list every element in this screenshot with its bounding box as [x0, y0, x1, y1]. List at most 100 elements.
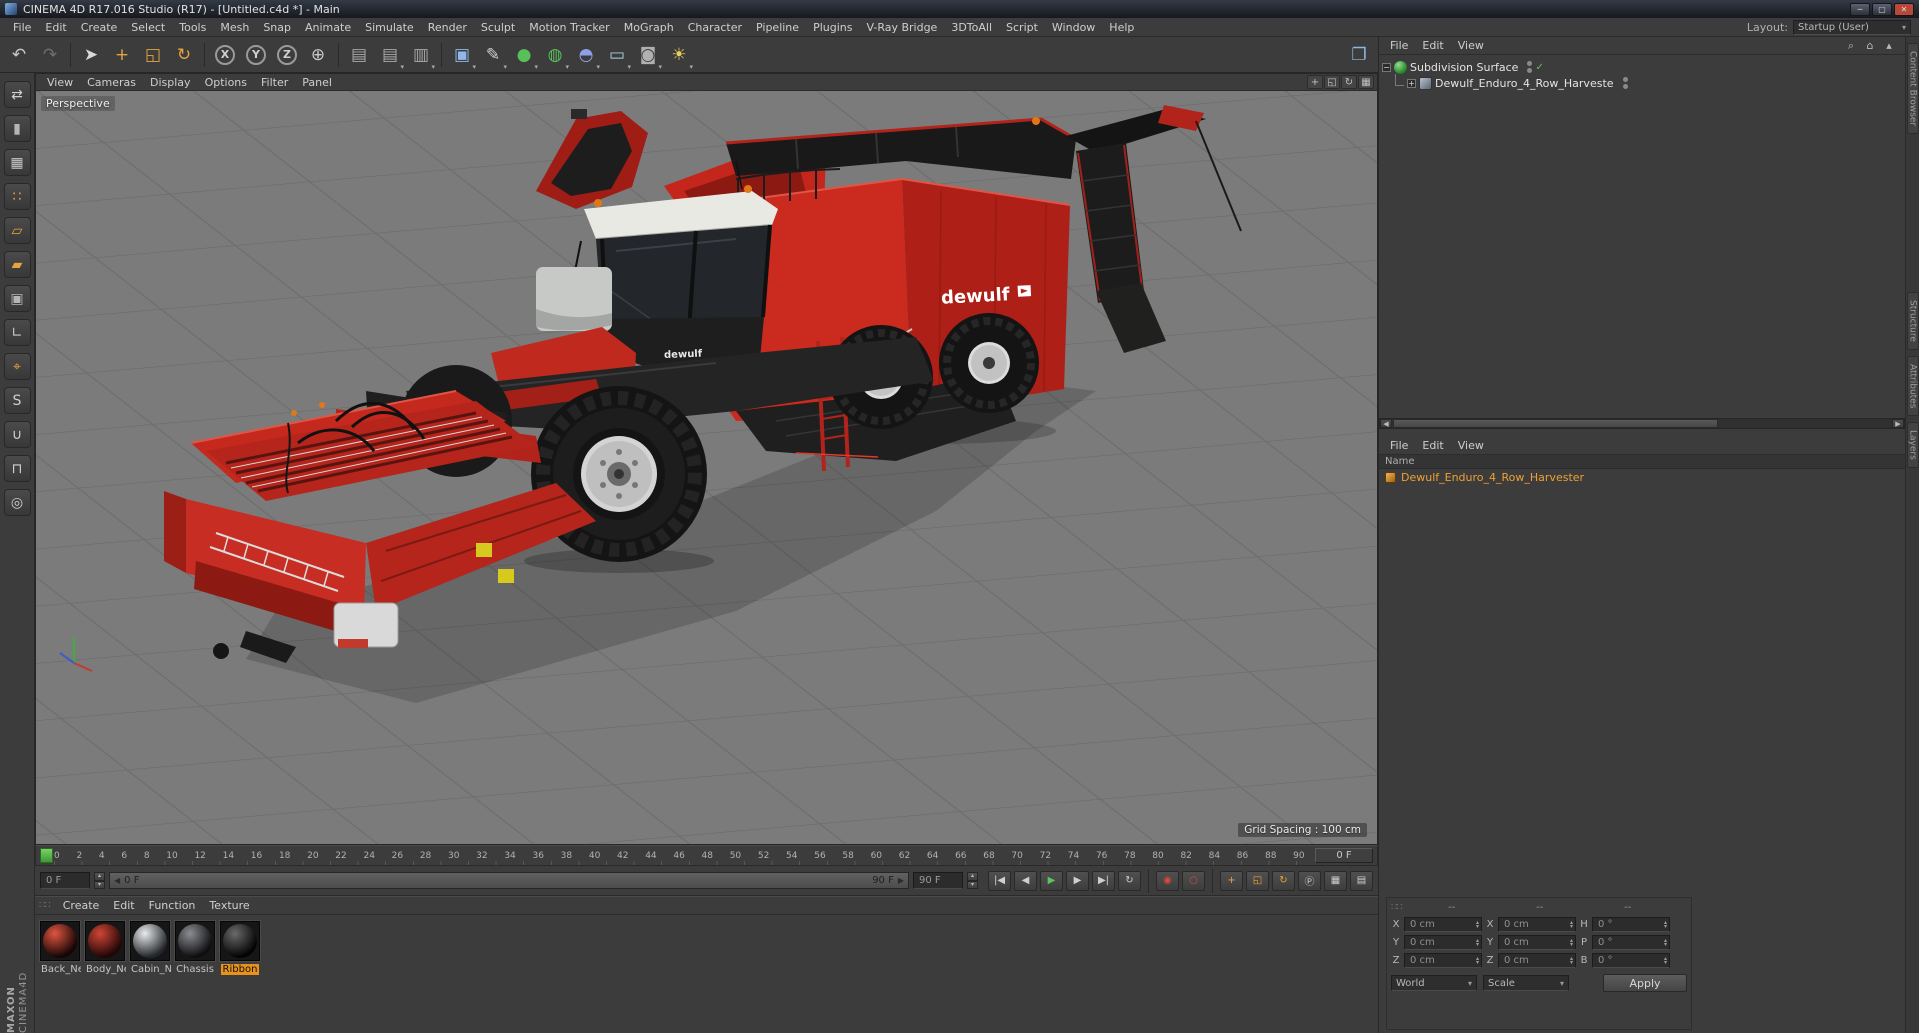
move-tool[interactable]: + ▾ [107, 40, 137, 70]
side-tab[interactable]: Attributes [1906, 356, 1919, 417]
scale-tool[interactable]: ◱ ▾ [138, 40, 168, 70]
end-frame-field[interactable]: 90 F [913, 872, 963, 889]
toggle-view-icon[interactable]: ▦ [1358, 75, 1374, 89]
lock-x-axis-button[interactable]: X ▾ [210, 40, 240, 70]
side-tab[interactable]: Content Browser [1906, 43, 1919, 135]
position-column-header[interactable]: -- [1408, 902, 1496, 913]
material-menu-item[interactable]: Create [56, 897, 107, 914]
slider-right-arrow[interactable]: ▶ [898, 876, 904, 885]
menubar-item[interactable]: Animate [298, 19, 358, 36]
menubar-item[interactable]: Create [74, 19, 125, 36]
menubar-item[interactable]: 3DToAll [944, 19, 999, 36]
render-view-button[interactable]: ▤ ▾ [344, 40, 374, 70]
panel-grip-icon[interactable]: ∷∷ [39, 900, 51, 911]
material-list-item[interactable]: Dewulf_Enduro_4_Row_Harvester [1379, 469, 1905, 485]
menubar-item[interactable]: Simulate [358, 19, 421, 36]
up-level-icon[interactable]: ▴ [1881, 39, 1897, 53]
view-label[interactable]: Perspective [41, 96, 115, 111]
material-item[interactable]: Body_Ne [84, 921, 126, 975]
timeline-layout-button[interactable]: ▤ [1350, 870, 1373, 891]
menubar-item[interactable]: Window [1045, 19, 1102, 36]
material-menu-item[interactable]: Edit [106, 897, 141, 914]
maximize-button[interactable]: ▢ [1872, 2, 1892, 16]
menubar-item[interactable]: Render [421, 19, 474, 36]
subdivision-surface-button[interactable]: ● ▾ [509, 40, 539, 71]
record-rotation-button[interactable]: ↻ [1272, 870, 1295, 891]
material-thumbnail[interactable] [40, 921, 80, 961]
add-cube-button[interactable]: ▣ ▾ [447, 40, 477, 71]
visibility-dots[interactable] [1622, 77, 1628, 89]
tree-item-subdivision-surface[interactable]: − Subdivision Surface ✓ [1382, 59, 1902, 75]
rotation-field[interactable]: 0 ° ▴ ▾ [1592, 917, 1670, 932]
minimize-button[interactable]: ─ [1850, 2, 1870, 16]
environment-button[interactable]: ▭ ▾ [602, 40, 632, 71]
position-field[interactable]: 0 cm ▴ ▾ [1404, 917, 1482, 932]
layout-select[interactable]: Startup (User) ▾ [1793, 19, 1911, 35]
menubar-item[interactable]: Tools [172, 19, 213, 36]
name-column-header[interactable]: Name [1379, 455, 1905, 469]
close-button[interactable]: ✕ [1894, 2, 1914, 16]
menubar-item[interactable]: Pipeline [749, 19, 806, 36]
viewport-menu-item[interactable]: Panel [295, 75, 339, 90]
prev-frame-button[interactable]: ◀ [1014, 870, 1037, 891]
current-frame-field[interactable]: 0 F [1315, 848, 1373, 863]
mograph-button[interactable]: ◍ ▾ [540, 40, 570, 71]
undo-button[interactable]: ↶ ▾ [4, 40, 34, 70]
pen-tool-button[interactable]: ✎ ▾ [478, 40, 508, 71]
search-icon[interactable]: ⌕ [1843, 39, 1859, 53]
name-panel-menu-item[interactable]: View [1451, 437, 1491, 454]
material-label[interactable]: Body_Ne [84, 964, 126, 975]
lock-y-axis-button[interactable]: Y ▾ [241, 40, 271, 70]
goto-end-button[interactable]: ▶| [1092, 870, 1115, 891]
polygons-mode-button[interactable]: ▰ [3, 251, 31, 278]
light-button[interactable]: ☀ ▾ [664, 40, 694, 71]
viewport-canvas[interactable]: dewulf dewulf [36, 91, 1377, 844]
material-thumbnail[interactable] [130, 921, 170, 961]
tree-item-label[interactable]: Dewulf_Enduro_4_Row_Harveste [1435, 77, 1614, 90]
material-thumbnail[interactable] [85, 921, 125, 961]
menubar-item[interactable]: File [6, 19, 38, 36]
menubar-item[interactable]: Sculpt [474, 19, 522, 36]
size-field[interactable]: 0 cm ▴ ▾ [1498, 935, 1576, 950]
play-button[interactable]: ▶ [1040, 870, 1063, 891]
timeline-range-slider[interactable]: ◀ 0 F 90 F ▶ [109, 872, 909, 889]
menubar-item[interactable]: Mesh [213, 19, 256, 36]
menubar-item[interactable]: Snap [256, 19, 298, 36]
material-item-label[interactable]: Dewulf_Enduro_4_Row_Harvester [1401, 471, 1584, 484]
rotation-field[interactable]: 0 ° ▴ ▾ [1592, 935, 1670, 950]
deformer-button[interactable]: ◓ ▾ [571, 40, 601, 71]
object-manager-menu-item[interactable]: File [1383, 37, 1415, 54]
visibility-dots[interactable] [1527, 61, 1533, 73]
playhead-marker[interactable] [40, 848, 53, 863]
menubar-item[interactable]: V-Ray Bridge [859, 19, 944, 36]
apply-button[interactable]: Apply [1603, 974, 1687, 992]
camera-button[interactable]: ◙ ▾ [633, 40, 663, 71]
viewport-menu-item[interactable]: View [40, 75, 80, 90]
tree-item-label[interactable]: Subdivision Surface [1410, 61, 1518, 74]
material-label[interactable]: Chassis [174, 964, 216, 975]
rotate-view-icon[interactable]: ↻ [1341, 75, 1357, 89]
redo-button[interactable]: ↷ ▾ [35, 40, 65, 70]
material-menu-item[interactable]: Function [142, 897, 203, 914]
solo-mode-button[interactable]: S [3, 387, 31, 414]
transport-button[interactable] [1208, 867, 1217, 895]
scroll-right-arrow[interactable]: ▶ [1892, 419, 1904, 428]
material-item[interactable]: Ribbon [219, 921, 261, 975]
toolbar-button[interactable]: ▾ [437, 41, 446, 69]
material-thumbnail[interactable] [175, 921, 215, 961]
menubar-item[interactable]: Select [124, 19, 172, 36]
material-item[interactable]: Back_Ne [39, 921, 81, 975]
material-item[interactable]: Chassis [174, 921, 216, 975]
panel-grip-icon[interactable]: ∷∷ [1391, 902, 1403, 913]
record-scale-button[interactable]: ◱ [1246, 870, 1269, 891]
menubar-item[interactable]: Help [1102, 19, 1141, 36]
object-manager-menu-item[interactable]: View [1451, 37, 1491, 54]
lock-z-axis-button[interactable]: Z ▾ [272, 40, 302, 70]
size-field[interactable]: 0 cm ▴ ▾ [1498, 917, 1576, 932]
toolbar-button[interactable]: ▾ [334, 41, 343, 69]
transport-button[interactable] [1144, 867, 1153, 895]
rotation-field[interactable]: 0 ° ▴ ▾ [1592, 953, 1670, 968]
home-icon[interactable]: ⌂ [1862, 39, 1878, 53]
layout-panel-icon[interactable]: ❐ [1344, 40, 1374, 70]
pan-view-icon[interactable]: + [1307, 75, 1323, 89]
